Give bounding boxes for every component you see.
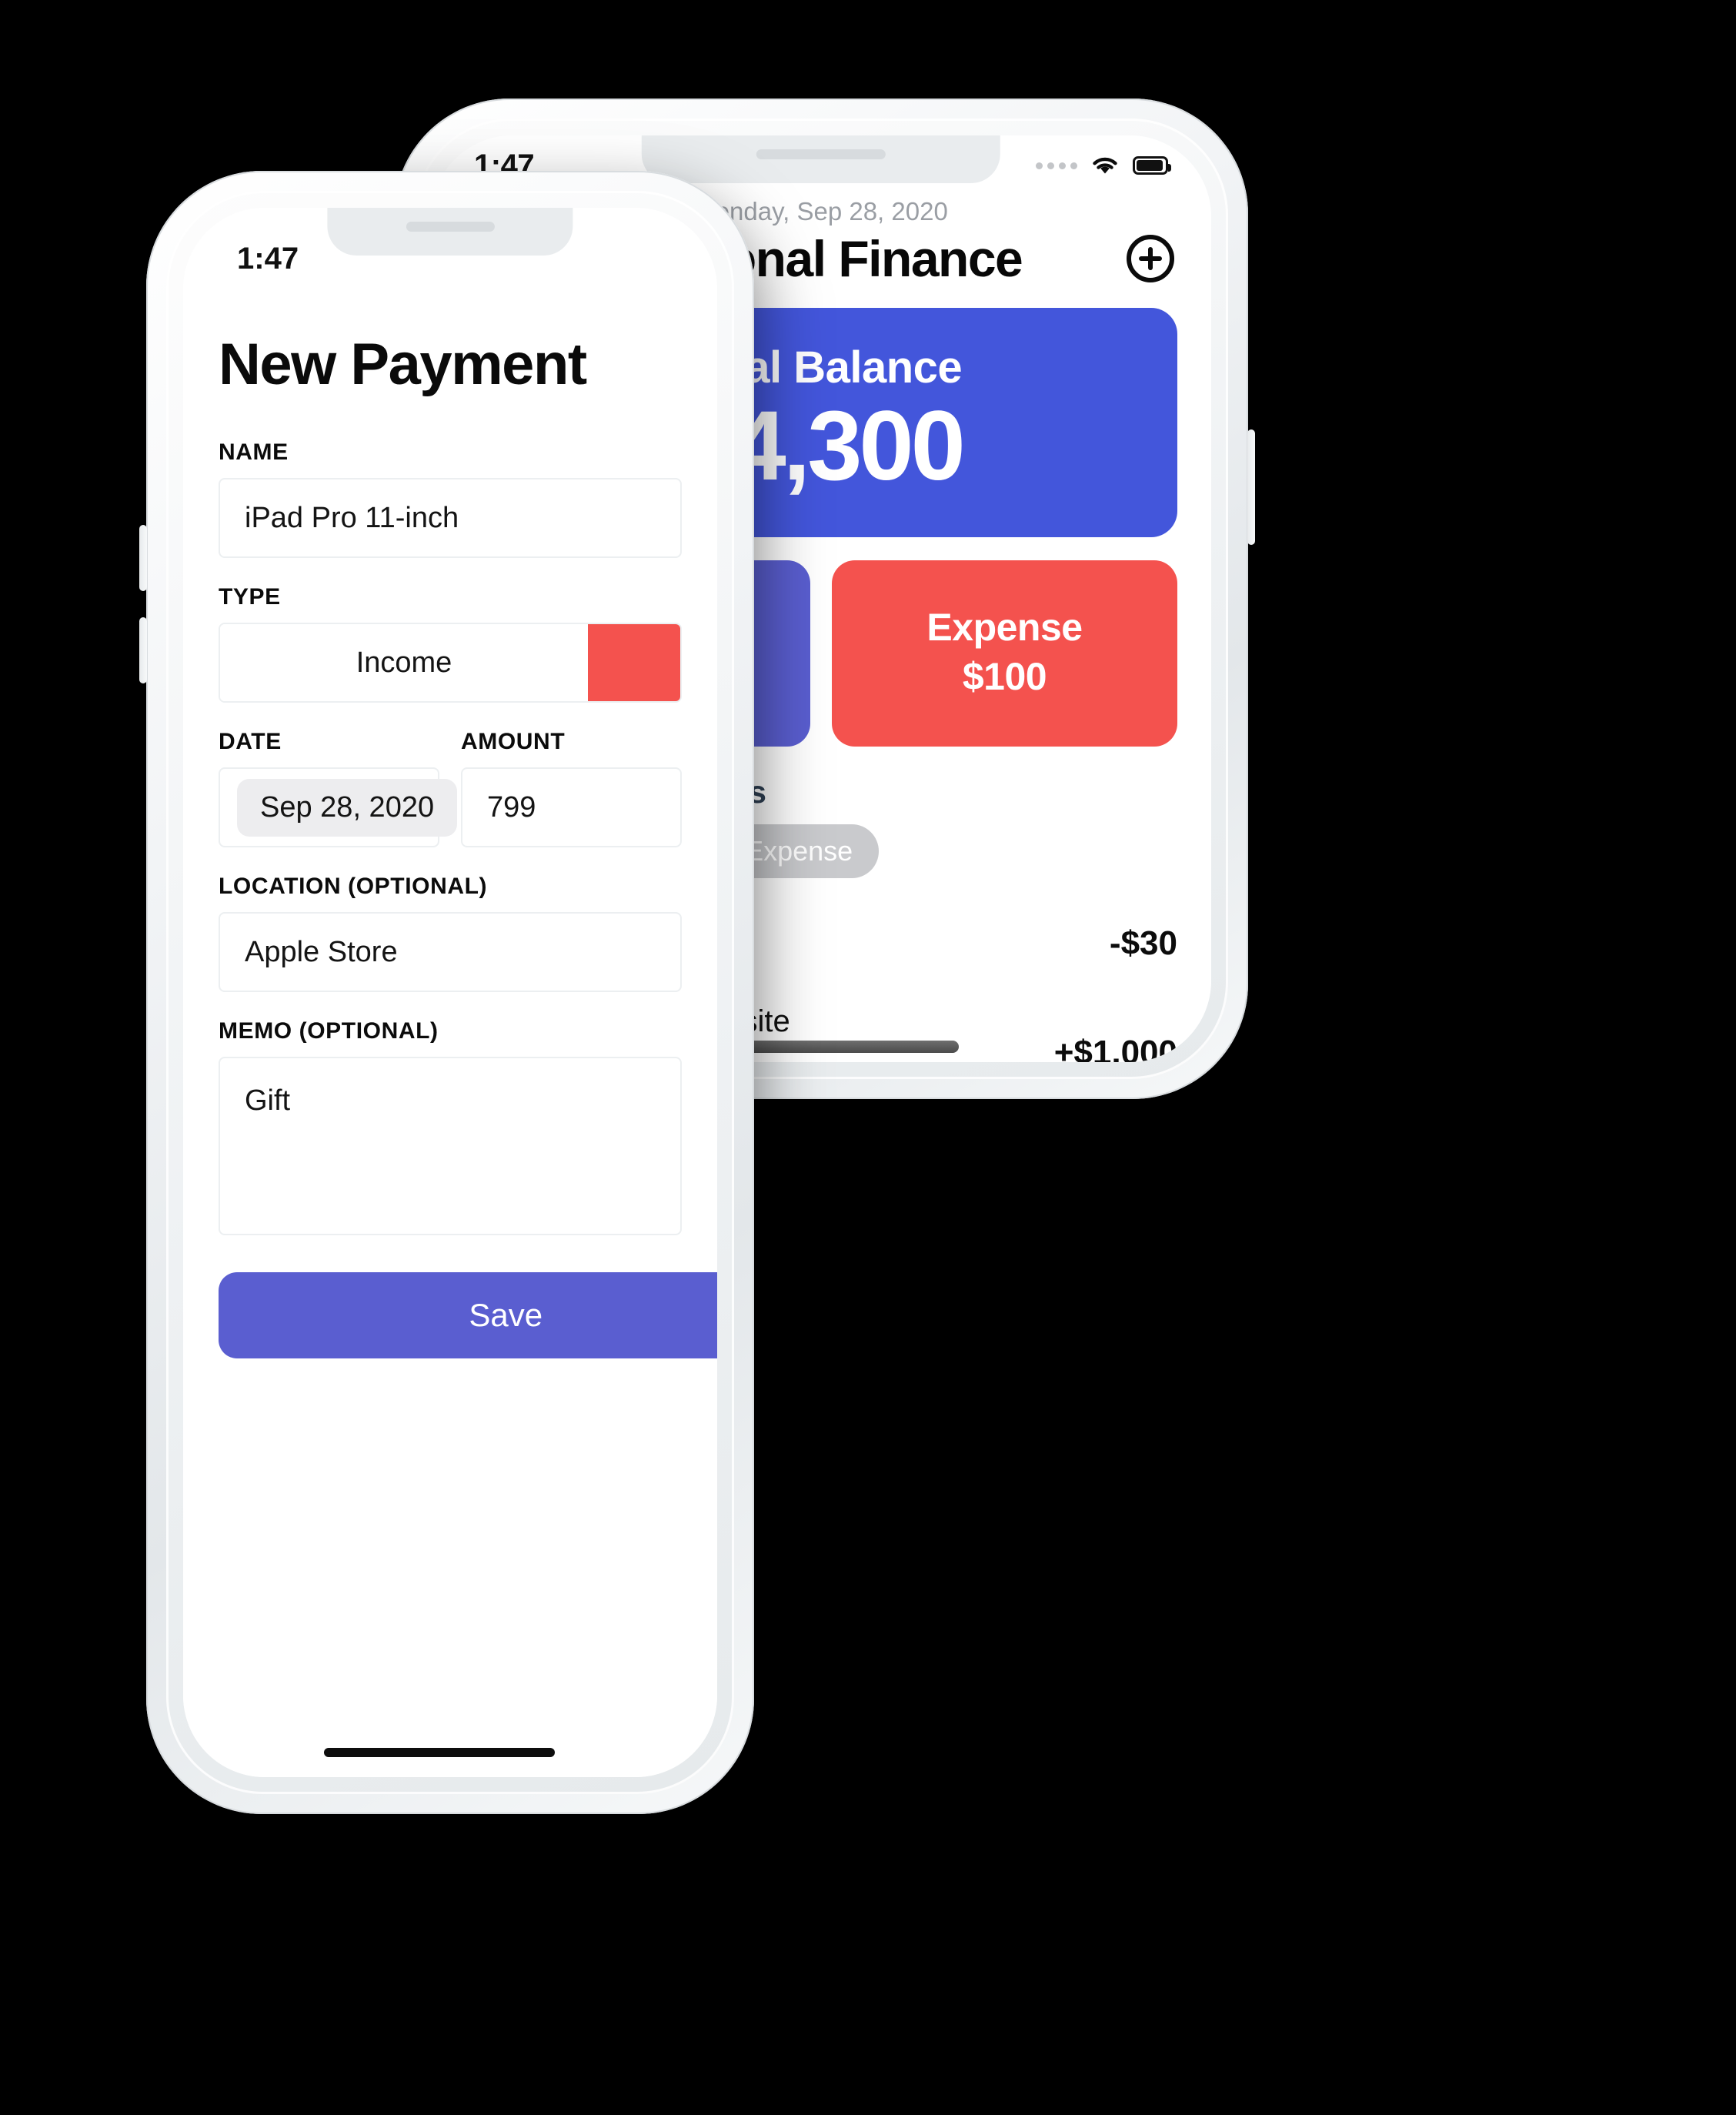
save-button-label: Save	[469, 1297, 543, 1333]
back-status-time: 1:47	[237, 242, 299, 276]
power-button[interactable]	[1247, 429, 1255, 545]
front-status-indicators	[1036, 154, 1171, 177]
new-payment-form: New Payment NAME iPad Pro 11-inch TYPE I…	[183, 294, 717, 1777]
memo-value: Gift	[245, 1084, 291, 1117]
amount-input-value: 799	[487, 790, 536, 824]
back-phone-bezel: 1:47 New Payment NAME iPad Pro 11-inch T…	[166, 191, 734, 1794]
back-phone-notch	[327, 208, 573, 256]
back-phone-device: 1:47 New Payment NAME iPad Pro 11-inch T…	[139, 171, 754, 1814]
location-input[interactable]: Apple Store	[219, 912, 682, 992]
earpiece-speaker	[406, 222, 495, 232]
amount-input[interactable]: 799	[461, 767, 682, 847]
expense-card-value: $100	[962, 654, 1047, 698]
name-input[interactable]: iPad Pro 11-inch	[219, 478, 682, 558]
memo-textarea[interactable]: Gift	[219, 1057, 682, 1235]
date-field-label: DATE	[219, 729, 282, 754]
type-field-label: TYPE	[219, 584, 281, 610]
type-segmented-control[interactable]: Income	[219, 623, 682, 703]
transaction-amount: +$1,000	[1053, 1034, 1177, 1062]
front-phone-notch	[641, 135, 1001, 183]
volume-up-button[interactable]	[139, 525, 147, 591]
transaction-amount: -$30	[1109, 924, 1177, 963]
amount-field-label: AMOUNT	[461, 729, 566, 754]
date-amount-row: DATE Sep 28, 2020 AMOUNT 799	[219, 729, 682, 874]
type-option-income[interactable]: Income	[220, 624, 588, 701]
signal-dots-icon	[1036, 162, 1077, 169]
name-field-label: NAME	[219, 439, 289, 465]
back-phone-home-indicator[interactable]	[324, 1748, 556, 1757]
expense-card-label: Expense	[926, 605, 1083, 649]
wifi-icon	[1093, 157, 1117, 174]
expense-card[interactable]: Expense $100	[832, 560, 1177, 747]
name-input-value: iPad Pro 11-inch	[245, 501, 459, 534]
location-input-value: Apple Store	[245, 935, 398, 968]
plus-circle-icon[interactable]	[1127, 235, 1174, 282]
new-payment-title: New Payment	[219, 332, 587, 397]
filter-chip-expense-label: Expense	[745, 834, 853, 867]
memo-field-label: MEMO (OPTIONAL)	[219, 1018, 439, 1044]
type-option-income-label: Income	[356, 646, 452, 679]
front-earpiece-speaker	[756, 149, 886, 159]
amount-field-group: AMOUNT 799	[461, 729, 682, 874]
back-phone-screen: 1:47 New Payment NAME iPad Pro 11-inch T…	[183, 208, 717, 1777]
battery-icon	[1133, 156, 1171, 175]
type-option-expense[interactable]	[588, 624, 680, 701]
save-button[interactable]: Save	[219, 1272, 717, 1358]
screenshot-stage: 1:47 New Payment NAME iPad Pro 11-inch T…	[0, 0, 1736, 2115]
volume-down-button[interactable]	[139, 617, 147, 683]
date-input[interactable]: Sep 28, 2020	[219, 767, 458, 847]
date-value-pill[interactable]: Sep 28, 2020	[237, 778, 458, 837]
location-field-label: LOCATION (OPTIONAL)	[219, 874, 488, 899]
date-field-group: DATE Sep 28, 2020	[219, 729, 458, 874]
